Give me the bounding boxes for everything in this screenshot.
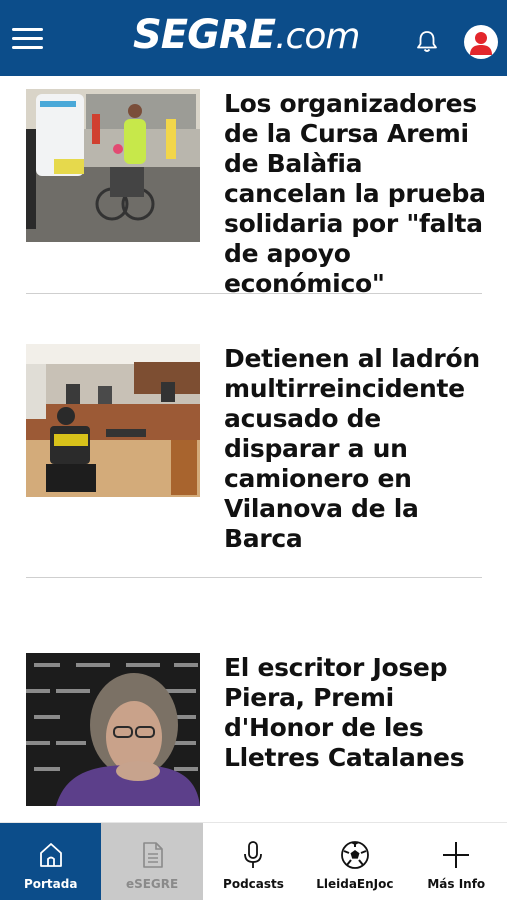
article-headline[interactable]: El escritor Josep Piera, Premi d'Honor d… — [224, 653, 486, 773]
article-card[interactable]: El escritor Josep Piera, Premi d'Honor d… — [26, 653, 482, 806]
tab-label: Más Info — [427, 877, 486, 891]
tab-portada[interactable]: Portada — [0, 823, 102, 900]
article-image[interactable] — [26, 653, 200, 806]
tab-label: eSEGRE — [125, 877, 179, 891]
bottom-tab-bar: Portada eSEGRE Podcasts LleidaEnJoc Más … — [0, 822, 507, 900]
article-headline[interactable]: Los organizadores de la Cursa Aremi de B… — [224, 89, 486, 299]
tab-podcasts[interactable]: Podcasts — [203, 823, 304, 900]
football-icon — [340, 841, 369, 869]
document-icon — [143, 842, 163, 868]
microphone-icon — [244, 841, 263, 868]
article-image[interactable] — [26, 89, 200, 242]
home-icon — [39, 843, 62, 867]
article-card[interactable]: Detienen al ladrón multirreincidente acu… — [26, 344, 482, 554]
article-card[interactable]: Los organizadores de la Cursa Aremi de B… — [26, 89, 486, 298]
article-headline[interactable]: Detienen al ladrón multirreincidente acu… — [224, 344, 486, 554]
segre-logo[interactable]: SEGRE .com — [133, 12, 360, 64]
user-icon[interactable] — [464, 25, 498, 59]
article-image[interactable] — [26, 344, 200, 497]
app-header: SEGRE .com — [0, 0, 507, 76]
article-divider — [26, 293, 482, 294]
tab-label: LleidaEnJoc — [316, 877, 394, 891]
tab-esegre[interactable]: eSEGRE — [101, 823, 203, 900]
logo-brand: SEGRE — [133, 12, 276, 58]
tab-label: Portada — [23, 877, 78, 891]
tab-mas-info[interactable]: Más Info — [406, 823, 507, 900]
plus-icon — [443, 842, 470, 868]
tab-lleidaenjoc[interactable]: LleidaEnJoc — [304, 823, 405, 900]
tab-label: Podcasts — [223, 877, 284, 891]
hamburger-icon[interactable] — [12, 28, 43, 50]
logo-tld: .com — [275, 16, 360, 57]
article-divider — [26, 577, 482, 578]
bell-icon[interactable] — [416, 30, 438, 54]
